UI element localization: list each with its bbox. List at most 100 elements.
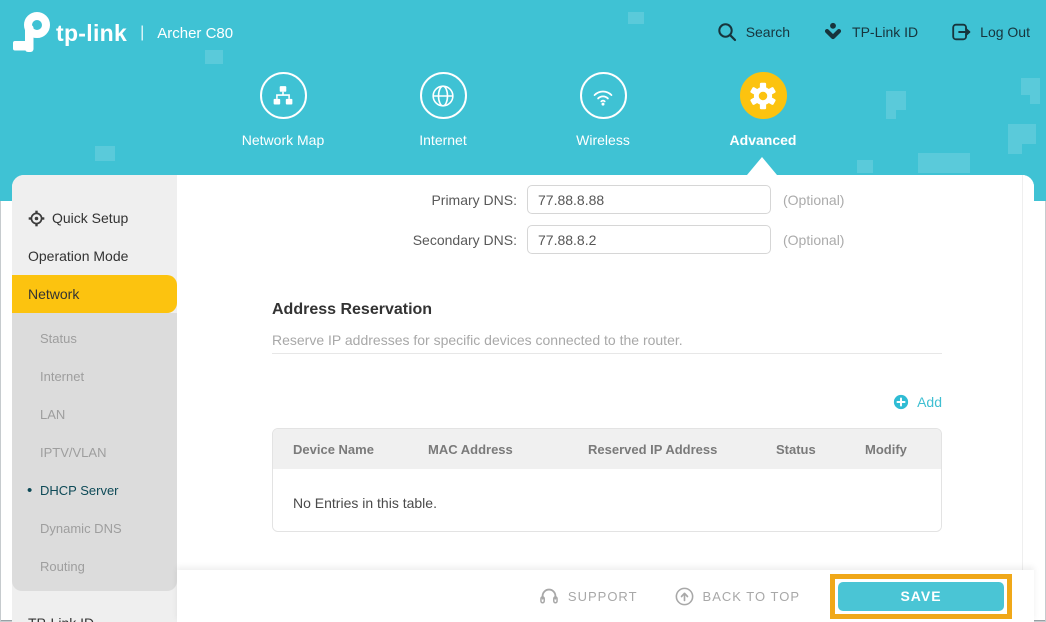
nav-tab-network-map[interactable]: Network Map [203, 72, 363, 148]
brand: tp-link | Archer C80 [12, 14, 233, 52]
quick-setup-gear-icon [28, 210, 45, 227]
wifi-icon [588, 81, 618, 111]
table-header-row: Device Name MAC Address Reserved IP Addr… [273, 429, 941, 469]
tplink-id-label: TP-Link ID [852, 24, 918, 40]
network-submenu: Status Internet LAN IPTV/VLAN • DHCP Ser… [12, 313, 177, 591]
deco-block [1030, 95, 1040, 104]
subitem-label: LAN [40, 407, 65, 422]
headset-icon [538, 585, 560, 607]
subitem-label: DHCP Server [40, 483, 119, 498]
column-header-mac-address: MAC Address [408, 442, 568, 457]
logout-icon [950, 21, 972, 43]
deco-block [886, 110, 896, 119]
secondary-dns-row: Secondary DNS: (Optional) [272, 225, 942, 254]
main-nav: Network Map Internet Wirele [203, 72, 843, 148]
subitem-label: IPTV/VLAN [40, 445, 106, 460]
sidebar-subitem-internet[interactable]: Internet [12, 357, 177, 395]
network-map-icon [268, 81, 298, 111]
logout-label: Log Out [980, 24, 1030, 40]
subitem-label: Internet [40, 369, 84, 384]
header-actions: Search TP-Link ID Log Out [716, 21, 1030, 43]
optional-hint: (Optional) [783, 192, 844, 208]
nav-label: Wireless [576, 132, 630, 148]
deco-block [205, 50, 223, 64]
sidebar-item-label: Operation Mode [28, 248, 128, 264]
section-divider [272, 353, 942, 354]
nav-tab-internet[interactable]: Internet [363, 72, 523, 148]
subitem-label: Routing [40, 559, 85, 574]
globe-icon [428, 81, 458, 111]
secondary-dns-label: Secondary DNS: [272, 232, 517, 248]
footer-bar: SUPPORT BACK TO TOP SAVE [177, 570, 1034, 622]
nav-tab-advanced[interactable]: Advanced [683, 72, 843, 148]
brand-divider: | [140, 24, 144, 42]
sidebar-subitem-dynamic-dns[interactable]: Dynamic DNS [12, 509, 177, 547]
table-body: No Entries in this table. [273, 469, 941, 531]
tplink-logo-icon [12, 12, 52, 54]
support-button[interactable]: SUPPORT [538, 585, 638, 607]
nav-tab-wireless[interactable]: Wireless [523, 72, 683, 148]
search-label: Search [746, 24, 790, 40]
sidebar: Quick Setup Operation Mode Network Statu… [12, 175, 177, 622]
deco-block [918, 153, 970, 173]
back-to-top-label: BACK TO TOP [703, 589, 800, 604]
gear-icon [748, 81, 778, 111]
sidebar-item-tplink-id[interactable]: TP-Link ID [12, 604, 177, 622]
sidebar-item-network[interactable]: Network [12, 275, 177, 313]
deco-block [886, 91, 906, 110]
column-header-status: Status [756, 442, 845, 457]
sidebar-subitem-status[interactable]: Status [12, 319, 177, 357]
column-header-device-name: Device Name [273, 442, 408, 457]
section-description: Reserve IP addresses for specific device… [272, 332, 942, 348]
nav-label: Network Map [242, 132, 324, 148]
active-subitem-bullet: • [27, 482, 32, 499]
scrollbar-track[interactable] [1022, 175, 1034, 622]
logout-button[interactable]: Log Out [950, 21, 1030, 43]
deco-block [1008, 144, 1022, 154]
sidebar-item-quick-setup[interactable]: Quick Setup [12, 199, 177, 237]
primary-dns-label: Primary DNS: [272, 192, 517, 208]
sidebar-item-label: TP-Link ID [28, 615, 94, 622]
empty-table-message: No Entries in this table. [273, 469, 941, 511]
save-button[interactable]: SAVE [838, 582, 1004, 611]
primary-dns-input[interactable] [527, 185, 771, 214]
nav-label: Internet [419, 132, 466, 148]
search-icon [716, 21, 738, 43]
support-label: SUPPORT [568, 589, 638, 604]
deco-block [1008, 124, 1036, 144]
subitem-label: Status [40, 331, 77, 346]
column-header-reserved-ip: Reserved IP Address [568, 442, 756, 457]
active-tab-pointer [747, 157, 777, 175]
optional-hint: (Optional) [783, 232, 844, 248]
sidebar-item-label: Network [28, 286, 79, 302]
device-model: Archer C80 [157, 25, 233, 42]
sidebar-subitem-routing[interactable]: Routing [12, 547, 177, 585]
router-admin-window: tp-link | Archer C80 Search TP-Link ID [0, 0, 1046, 622]
column-header-modify: Modify [845, 442, 941, 457]
sidebar-subitem-iptv-vlan[interactable]: IPTV/VLAN [12, 433, 177, 471]
user-icon [822, 21, 844, 43]
main-panel: Quick Setup Operation Mode Network Statu… [12, 175, 1034, 622]
deco-block [857, 160, 873, 173]
brand-name: tp-link [56, 20, 127, 47]
tplink-id-button[interactable]: TP-Link ID [822, 21, 918, 43]
section-title: Address Reservation [272, 301, 942, 319]
deco-block [95, 146, 115, 161]
secondary-dns-input[interactable] [527, 225, 771, 254]
add-row: Add [272, 392, 942, 412]
add-label: Add [917, 394, 942, 410]
deco-block [628, 12, 644, 24]
back-to-top-button[interactable]: BACK TO TOP [674, 586, 800, 607]
search-button[interactable]: Search [716, 21, 790, 43]
primary-dns-row: Primary DNS: (Optional) [272, 185, 942, 214]
sidebar-item-operation-mode[interactable]: Operation Mode [12, 237, 177, 275]
subitem-label: Dynamic DNS [40, 521, 122, 536]
arrow-up-circle-icon [674, 586, 695, 607]
sidebar-subitem-lan[interactable]: LAN [12, 395, 177, 433]
nav-label: Advanced [730, 132, 797, 148]
plus-circle-icon [892, 393, 910, 411]
content-area: Primary DNS: (Optional) Secondary DNS: (… [177, 175, 1034, 622]
sidebar-subitem-dhcp-server[interactable]: • DHCP Server [12, 471, 177, 509]
add-button[interactable]: Add [892, 392, 942, 412]
save-button-highlight: SAVE [830, 574, 1012, 619]
